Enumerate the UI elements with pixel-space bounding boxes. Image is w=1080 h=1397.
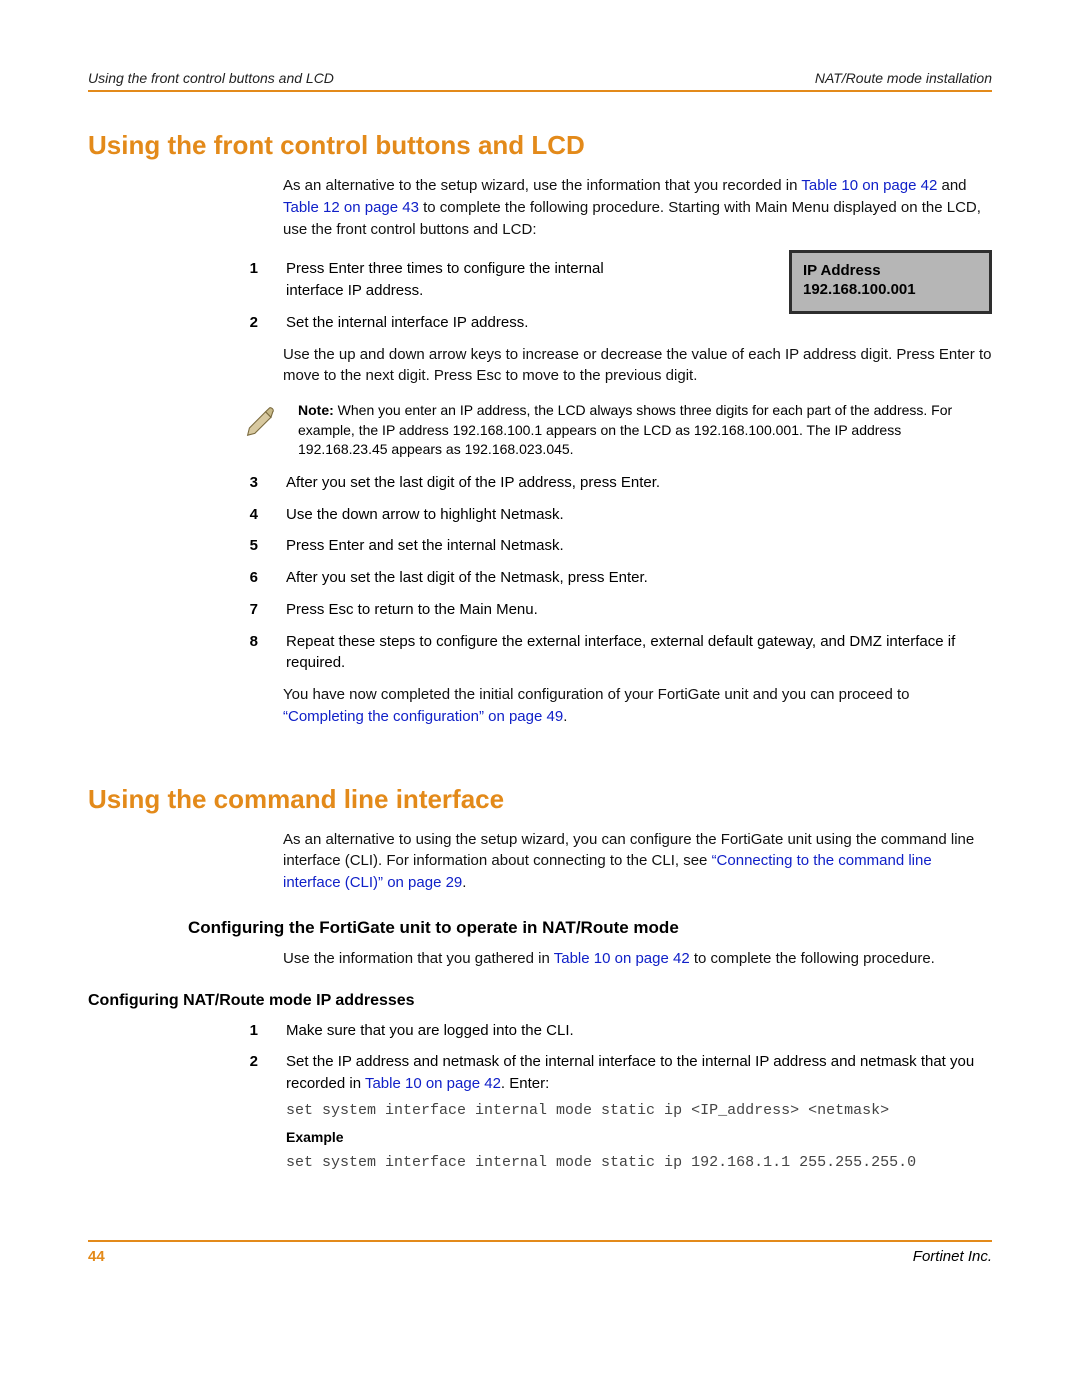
heading-lcd: Using the front control buttons and LCD — [88, 130, 992, 161]
example-label: Example — [286, 1127, 992, 1147]
heading-configure-natroute: Configuring the FortiGate unit to operat… — [188, 918, 992, 938]
link-table10-p42-a[interactable]: Table 10 on page 42 — [801, 177, 937, 194]
steps-list-a: 1 Press Enter three times to configure t… — [88, 258, 767, 333]
link-table12-p43[interactable]: Table 12 on page 43 — [283, 199, 419, 216]
step-item: 1 Press Enter three times to configure t… — [88, 258, 767, 302]
running-header-right: NAT/Route mode installation — [815, 70, 992, 86]
heading-configure-ip: Configuring NAT/Route mode IP addresses — [88, 992, 992, 1010]
section2-h3-para: Use the information that you gathered in… — [283, 948, 992, 970]
link-table10-p42-b[interactable]: Table 10 on page 42 — [554, 950, 690, 967]
note-icon — [244, 401, 280, 441]
code-block-1: set system interface internal mode stati… — [286, 1101, 992, 1121]
code-block-2: set system interface internal mode stati… — [286, 1153, 992, 1173]
running-header: Using the front control buttons and LCD … — [88, 70, 992, 86]
heading-cli: Using the command line interface — [88, 784, 992, 815]
lcd-line1: IP Address — [803, 262, 978, 281]
section1-intro: As an alternative to the setup wizard, u… — [283, 175, 992, 240]
section1-after2: Use the up and down arrow keys to increa… — [283, 344, 992, 388]
lcd-display: IP Address 192.168.100.001 — [789, 250, 992, 314]
header-rule — [88, 90, 992, 92]
step-item: 8Repeat these steps to configure the ext… — [88, 631, 992, 675]
step-item: 4Use the down arrow to highlight Netmask… — [88, 504, 992, 526]
document-page: Using the front control buttons and LCD … — [0, 0, 1080, 1305]
page-number: 44 — [88, 1248, 105, 1265]
step-item: 5Press Enter and set the internal Netmas… — [88, 535, 992, 557]
section2-intro: As an alternative to using the setup wiz… — [283, 829, 992, 894]
steps-list-cli: 1 Make sure that you are logged into the… — [88, 1020, 992, 1180]
note-label: Note: — [298, 402, 334, 418]
footer-brand: Fortinet Inc. — [913, 1248, 992, 1265]
section1-closing: You have now completed the initial confi… — [283, 684, 992, 728]
step-item: 3After you set the last digit of the IP … — [88, 472, 992, 494]
footer-rule — [88, 1240, 992, 1242]
lcd-line2: 192.168.100.001 — [803, 281, 978, 300]
steps-list-b: 3After you set the last digit of the IP … — [88, 472, 992, 674]
link-table10-p42-c[interactable]: Table 10 on page 42 — [365, 1075, 501, 1092]
link-completing-config[interactable]: “Completing the configuration” on page 4… — [283, 708, 563, 725]
step-item: 2 Set the IP address and netmask of the … — [88, 1051, 992, 1179]
step-item: 1 Make sure that you are logged into the… — [88, 1020, 992, 1042]
running-header-left: Using the front control buttons and LCD — [88, 70, 334, 86]
note-block: Note: When you enter an IP address, the … — [88, 401, 992, 460]
note-text: Note: When you enter an IP address, the … — [298, 401, 992, 460]
step-item: 2 Set the internal interface IP address. — [88, 312, 767, 334]
step-item: 6After you set the last digit of the Net… — [88, 567, 992, 589]
step-item: 7Press Esc to return to the Main Menu. — [88, 599, 992, 621]
running-footer: 44 Fortinet Inc. — [88, 1248, 992, 1265]
